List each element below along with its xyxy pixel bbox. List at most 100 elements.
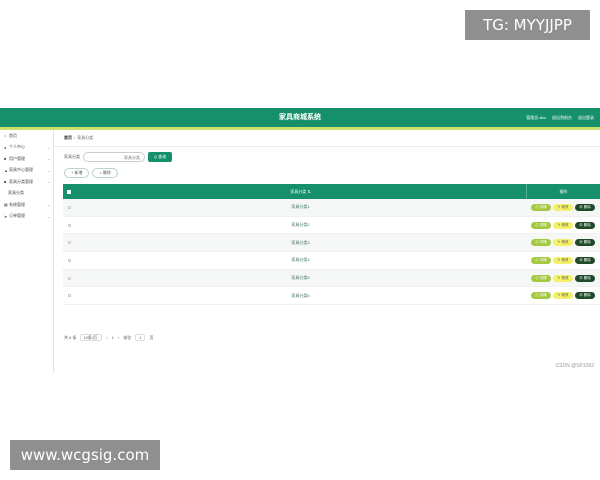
admin-user-label: 管理员 abo: [526, 114, 546, 120]
edit-button[interactable]: ✎ 修改: [553, 203, 573, 211]
breadcrumb-current: 家具分类: [77, 135, 94, 140]
sidebar-item-label: 家具分类管理: [9, 178, 33, 184]
logout-link[interactable]: 退出登录: [578, 115, 594, 121]
row-name: 家具分类1: [291, 204, 310, 210]
table-header: 家具分类 ⇅ 操作: [63, 184, 600, 199]
sidebar-item-profile[interactable]: ● 个人中心 ⌄: [0, 142, 53, 154]
add-button[interactable]: + 新增: [64, 168, 90, 178]
row-checkbox[interactable]: [63, 205, 75, 209]
edit-button[interactable]: ✎ 修改: [553, 274, 573, 282]
row-actions: ◎ 详情 ✎ 修改 ⊗ 删除: [526, 292, 600, 300]
row-checkbox[interactable]: [63, 241, 75, 245]
action-bar: + 新增 × 删除: [64, 168, 118, 178]
row-delete-button[interactable]: ⊗ 删除: [575, 256, 595, 264]
sidebar-item-home[interactable]: ⌂ 首页: [0, 130, 53, 142]
row-checkbox[interactable]: [63, 258, 75, 262]
prev-page-button[interactable]: ‹: [106, 335, 107, 340]
search-input[interactable]: [83, 152, 145, 162]
app-title: 家具商城系统: [279, 114, 321, 121]
row-delete-button[interactable]: ⊗ 删除: [575, 203, 595, 211]
row-actions: ◎ 详情 ✎ 修改 ⊗ 删除: [526, 203, 600, 211]
top-bar: 家具商城系统 管理员 abo 退出到前台 退出登录: [0, 108, 600, 127]
view-button[interactable]: ◎ 详情: [531, 292, 551, 300]
page-suffix: 页: [149, 334, 154, 340]
sidebar-item-furniture[interactable]: ▲ 家具中心管理 ⌄: [0, 165, 53, 177]
select-all-checkbox[interactable]: [63, 189, 75, 194]
table-row: 家具分类1 ◎ 详情 ✎ 修改 ⊗ 删除: [63, 199, 600, 217]
row-checkbox[interactable]: [63, 223, 75, 227]
chevron-up-icon: ⌄: [47, 179, 51, 185]
row-delete-button[interactable]: ⊗ 删除: [575, 221, 595, 229]
row-actions: ◎ 详情 ✎ 修改 ⊗ 删除: [526, 221, 600, 229]
sidebar-item-label: 系统管理: [9, 201, 25, 207]
sidebar: ⌂ 首页 ● 个人中心 ⌄ ■ 用户管理 ⌄ ▲ 家具中心管理 ⌄ ■ 家具分类…: [0, 130, 54, 373]
chevron-down-icon: ⌄: [47, 167, 51, 173]
view-button[interactable]: ◎ 详情: [531, 203, 551, 211]
sidebar-item-label: 家具分类: [8, 190, 24, 196]
view-button[interactable]: ◎ 详情: [531, 221, 551, 229]
sidebar-item-orders[interactable]: ➤ 订单管理 ⌄: [0, 211, 53, 223]
sidebar-item-system[interactable]: ▦ 系统管理 ⌄: [0, 199, 53, 211]
category-table: 家具分类 ⇅ 操作 家具分类1 ◎ 详情 ✎ 修改 ⊗ 删除 家具分类2 ◎ 详…: [63, 184, 600, 306]
row-delete-button[interactable]: ⊗ 删除: [575, 239, 595, 247]
sidebar-subitem-category[interactable]: 家具分类: [0, 188, 53, 200]
sidebar-item-label: 订单管理: [9, 213, 25, 219]
view-button[interactable]: ◎ 详情: [531, 274, 551, 282]
credit-watermark: CSDN @SP1092: [555, 363, 594, 369]
watermark-top: TG: MYYJJPP: [465, 10, 590, 40]
chevron-down-icon: ⌄: [47, 144, 51, 150]
next-page-button[interactable]: ›: [118, 335, 119, 340]
row-delete-button[interactable]: ⊗ 删除: [575, 274, 595, 282]
edit-button[interactable]: ✎ 修改: [553, 239, 573, 247]
app-window: 家具商城系统 管理员 abo 退出到前台 退出登录 ⌂ 首页 ● 个人中心 ⌄ …: [0, 108, 600, 373]
chevron-down-icon: ⌄: [47, 202, 51, 208]
row-checkbox[interactable]: [63, 294, 75, 298]
row-actions: ◎ 详情 ✎ 修改 ⊗ 删除: [526, 274, 600, 282]
sidebar-item-category-mgmt[interactable]: ■ 家具分类管理 ⌄: [0, 176, 53, 188]
sidebar-item-users[interactable]: ■ 用户管理 ⌄: [0, 153, 53, 165]
column-header-ops: 操作: [526, 184, 600, 199]
search-bar: 家具分类 Q 查询: [64, 152, 172, 162]
breadcrumb: 首页 / 家具分类: [64, 135, 93, 141]
table-row: 家具分类6 ◎ 详情 ✎ 修改 ⊗ 删除: [63, 287, 600, 306]
row-checkbox[interactable]: [63, 276, 75, 280]
table-row: 家具分类4 ◎ 详情 ✎ 修改 ⊗ 删除: [63, 252, 600, 270]
row-name: 家具分类3: [291, 239, 310, 245]
table-body: 家具分类1 ◎ 详情 ✎ 修改 ⊗ 删除 家具分类2 ◎ 详情 ✎ 修改 ⊗ 删…: [63, 199, 600, 306]
row-name: 家具分类6: [291, 292, 310, 298]
top-right-links: 管理员 abo 退出到前台 退出登录: [526, 108, 594, 127]
breadcrumb-separator: /: [74, 135, 76, 140]
sidebar-item-label: 家具中心管理: [9, 167, 33, 173]
search-button[interactable]: Q 查询: [148, 152, 172, 162]
sidebar-item-label: 个人中心: [9, 144, 25, 150]
row-name: 家具分类2: [291, 222, 310, 228]
main-content: 首页 / 家具分类 家具分类 Q 查询 + 新增 × 删除 家具分类 ⇅ 操作 …: [55, 130, 600, 373]
page-size-select[interactable]: 10条/页: [80, 334, 103, 341]
table-row: 家具分类2 ◎ 详情 ✎ 修改 ⊗ 删除: [63, 217, 600, 235]
chevron-down-icon: ⌄: [47, 213, 51, 219]
breadcrumb-home[interactable]: 首页: [64, 135, 72, 141]
column-header-name[interactable]: 家具分类 ⇅: [75, 189, 526, 195]
delete-button[interactable]: × 删除: [92, 168, 118, 178]
divider: [55, 146, 600, 147]
watermark-bottom: www.wcgsig.com: [10, 440, 160, 470]
view-button[interactable]: ◎ 详情: [531, 256, 551, 264]
edit-button[interactable]: ✎ 修改: [553, 292, 573, 300]
current-page[interactable]: 1: [112, 335, 114, 340]
goto-label: 前往: [123, 334, 132, 340]
edit-button[interactable]: ✎ 修改: [553, 221, 573, 229]
table-row: 家具分类5 ◎ 详情 ✎ 修改 ⊗ 删除: [63, 269, 600, 288]
row-actions: ◎ 详情 ✎ 修改 ⊗ 删除: [526, 239, 600, 247]
view-button[interactable]: ◎ 详情: [531, 239, 551, 247]
search-label: 家具分类: [64, 154, 80, 159]
row-name: 家具分类5: [291, 275, 310, 281]
chevron-down-icon: ⌄: [47, 156, 51, 162]
row-delete-button[interactable]: ⊗ 删除: [575, 292, 595, 300]
sidebar-item-label: 用户管理: [9, 155, 25, 161]
back-to-frontend-link[interactable]: 退出到前台: [552, 115, 572, 121]
total-count: 共 6 条: [64, 334, 77, 340]
row-actions: ◎ 详情 ✎ 修改 ⊗ 删除: [526, 256, 600, 264]
edit-button[interactable]: ✎ 修改: [553, 256, 573, 264]
goto-page-input[interactable]: 1: [135, 334, 146, 341]
sidebar-item-label: 首页: [9, 132, 17, 138]
